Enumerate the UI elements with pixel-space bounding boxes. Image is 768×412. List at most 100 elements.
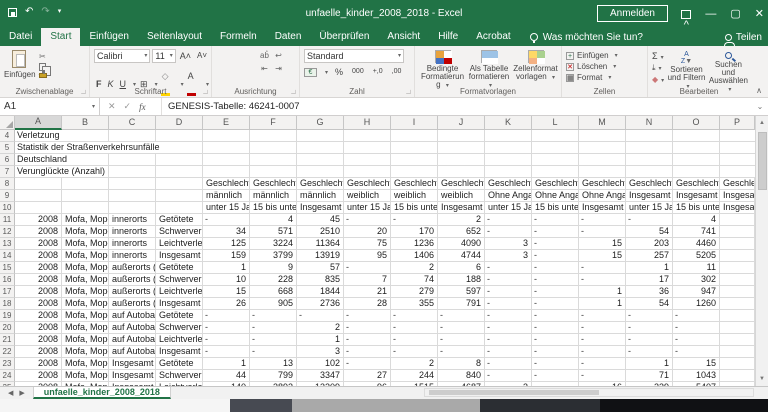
cell[interactable]: Insgesamt: [297, 202, 344, 214]
cell[interactable]: innerorts: [109, 214, 156, 226]
cell[interactable]: -: [673, 334, 720, 346]
cell[interactable]: -: [532, 238, 579, 250]
cell[interactable]: -: [626, 334, 673, 346]
cell[interactable]: -: [203, 214, 250, 226]
cell[interactable]: männlich: [250, 190, 297, 202]
cell[interactable]: 71: [626, 370, 673, 382]
cell[interactable]: Leichtverletz: [156, 334, 203, 346]
cell[interactable]: [62, 202, 109, 214]
cell[interactable]: Insgesamt: [156, 346, 203, 358]
cell[interactable]: 28: [344, 298, 391, 310]
increase-decimal-icon[interactable]: +,0: [371, 66, 385, 78]
cell[interactable]: -: [673, 346, 720, 358]
cell[interactable]: Insgesamt: [579, 202, 626, 214]
cell[interactable]: -: [485, 274, 532, 286]
cell[interactable]: 355: [391, 298, 438, 310]
cell[interactable]: -: [532, 310, 579, 322]
font-family-combo[interactable]: Calibri▾: [94, 49, 150, 63]
cell[interactable]: Schwerverlet: [156, 322, 203, 334]
tab-formeln[interactable]: Formeln: [211, 28, 266, 46]
cell[interactable]: unter 15 Jahre: [626, 202, 673, 214]
cell[interactable]: Schwerverlet: [156, 274, 203, 286]
row-header-15[interactable]: 15: [0, 262, 15, 274]
cell[interactable]: [720, 250, 755, 262]
cell[interactable]: Mofa, Mope: [62, 346, 109, 358]
sign-in-button[interactable]: Anmelden: [597, 5, 668, 22]
align-center-icon[interactable]: [230, 64, 243, 76]
cell[interactable]: 947: [673, 286, 720, 298]
cell[interactable]: -: [250, 334, 297, 346]
cell[interactable]: Mofa, Mope: [62, 262, 109, 274]
column-header-B[interactable]: B: [62, 116, 109, 130]
column-header-A[interactable]: A: [15, 116, 62, 130]
column-header-K[interactable]: K: [485, 116, 532, 130]
cell[interactable]: 75: [344, 238, 391, 250]
cell[interactable]: unter 15 Jahre: [485, 202, 532, 214]
cell[interactable]: [15, 202, 62, 214]
cell[interactable]: [109, 190, 156, 202]
cell[interactable]: 799: [250, 370, 297, 382]
autosum-icon[interactable]: Σ▾: [652, 51, 664, 61]
cell-styles-button[interactable]: Zellenformatvorlagen ▾: [512, 50, 559, 90]
cell[interactable]: -: [438, 322, 485, 334]
column-header-G[interactable]: G: [297, 116, 344, 130]
row-header-12[interactable]: 12: [0, 226, 15, 238]
cell[interactable]: 2008: [15, 370, 62, 382]
horizontal-scroll-thumb[interactable]: [429, 390, 599, 395]
column-header-C[interactable]: C: [109, 116, 156, 130]
cell[interactable]: -: [297, 310, 344, 322]
cell[interactable]: 21: [344, 286, 391, 298]
cell[interactable]: -: [579, 226, 626, 238]
cell[interactable]: [720, 298, 755, 310]
cell[interactable]: Insgesamt: [720, 202, 755, 214]
cell[interactable]: 1: [203, 358, 250, 370]
column-header-N[interactable]: N: [626, 116, 673, 130]
cell[interactable]: [720, 346, 755, 358]
vertical-scrollbar[interactable]: ▲ ▼: [755, 116, 768, 386]
cell[interactable]: [15, 190, 62, 202]
cell[interactable]: -: [579, 370, 626, 382]
row-header-13[interactable]: 13: [0, 238, 15, 250]
cell[interactable]: Geschlecht: [391, 178, 438, 190]
cell[interactable]: Getötete: [156, 262, 203, 274]
formula-content[interactable]: GENESIS-Tabelle: 46241-0007: [162, 98, 752, 115]
cell[interactable]: 45: [297, 214, 344, 226]
cell[interactable]: 3: [485, 238, 532, 250]
cell[interactable]: 2510: [297, 226, 344, 238]
sheet-nav-prev-icon[interactable]: ◀: [8, 389, 13, 397]
cell[interactable]: 741: [673, 226, 720, 238]
scroll-up-icon[interactable]: ▲: [756, 116, 768, 130]
wrap-text-icon[interactable]: ↩: [272, 51, 285, 63]
cell[interactable]: -: [485, 226, 532, 238]
ribbon-display-options-icon[interactable]: ^: [681, 10, 691, 19]
cell[interactable]: Geschlecht: [673, 178, 720, 190]
format-as-table-button[interactable]: Als Tabelle formatieren ▾: [468, 50, 510, 90]
cell[interactable]: 74: [391, 274, 438, 286]
cell[interactable]: 597: [438, 286, 485, 298]
cell[interactable]: Getötete: [156, 214, 203, 226]
cell[interactable]: 1406: [391, 250, 438, 262]
font-size-combo[interactable]: 11▾: [152, 49, 175, 63]
cell[interactable]: -: [203, 334, 250, 346]
row-header-20[interactable]: 20: [0, 322, 15, 334]
row-header-22[interactable]: 22: [0, 346, 15, 358]
cell[interactable]: 4090: [438, 238, 485, 250]
cell[interactable]: 571: [250, 226, 297, 238]
number-format-combo[interactable]: Standard▾: [304, 49, 404, 63]
cell[interactable]: 2008: [15, 322, 62, 334]
cell[interactable]: Mofa, Mope: [62, 310, 109, 322]
cell[interactable]: -: [579, 310, 626, 322]
cell[interactable]: unter 15 Jahre: [203, 202, 250, 214]
cell[interactable]: 1: [579, 286, 626, 298]
cell[interactable]: 905: [250, 298, 297, 310]
tab-datei[interactable]: Datei: [0, 28, 41, 46]
cell[interactable]: -: [532, 262, 579, 274]
tab-ansicht[interactable]: Ansicht: [378, 28, 429, 46]
cell[interactable]: Getötete: [156, 358, 203, 370]
select-all-corner[interactable]: [0, 116, 15, 130]
expand-formula-bar-icon[interactable]: ⌄: [752, 98, 768, 115]
cell[interactable]: -: [579, 262, 626, 274]
cell[interactable]: außerorts (o: [109, 274, 156, 286]
cell[interactable]: Mofa, Mope: [62, 250, 109, 262]
cell[interactable]: außerorts (o: [109, 298, 156, 310]
